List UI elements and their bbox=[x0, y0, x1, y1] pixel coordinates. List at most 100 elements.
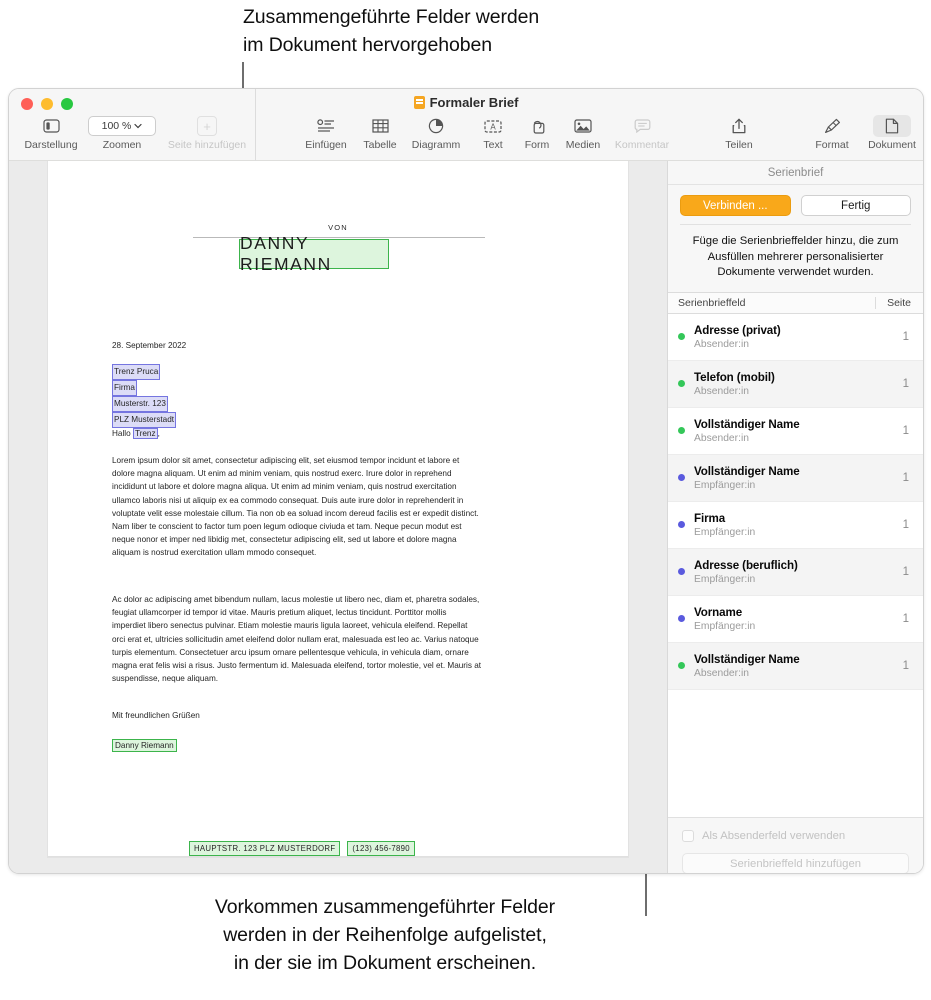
chevron-down-icon bbox=[134, 123, 142, 129]
table-icon bbox=[371, 115, 389, 137]
toolbar-table-button[interactable]: Tabelle bbox=[352, 115, 408, 151]
merge-field-signature-name[interactable]: Danny Riemann bbox=[112, 739, 177, 752]
toolbar-view-button[interactable]: Darstellung bbox=[23, 115, 79, 151]
inspector-description: Füge die Serienbrieffelder hinzu, die zu… bbox=[692, 235, 899, 278]
merge-field-list-empty-space[interactable] bbox=[668, 689, 923, 818]
field-role-color-dot bbox=[678, 333, 685, 340]
field-role-color-dot bbox=[678, 615, 685, 622]
merge-field-row[interactable]: Firma Empfänger:in 1 bbox=[668, 502, 923, 549]
field-role-color-dot bbox=[678, 474, 685, 481]
merge-field-letterhead-name[interactable]: DANNY RIEMANN bbox=[239, 233, 389, 274]
text-box-icon: A bbox=[484, 115, 502, 137]
merge-field-row[interactable]: Adresse (beruflich) Empfänger:in 1 bbox=[668, 548, 923, 596]
document-salutation: Hallo Trenz, bbox=[112, 427, 160, 440]
field-name: Adresse (beruflich) bbox=[694, 558, 798, 572]
field-page-number: 1 bbox=[902, 612, 909, 625]
merge-field-address-line-2[interactable]: Firma bbox=[112, 380, 137, 396]
field-text: Firma Empfänger:in bbox=[694, 512, 877, 538]
sender-field-checkbox-row[interactable]: Als Absenderfeld verwenden bbox=[682, 830, 909, 842]
field-name: Vorname bbox=[694, 605, 743, 619]
salutation-suffix: , bbox=[157, 429, 160, 438]
merge-button[interactable]: Verbinden ... bbox=[680, 195, 791, 216]
inspector-action-row: Verbinden ... Fertig bbox=[668, 185, 923, 224]
format-brush-icon bbox=[824, 115, 841, 137]
toolbar-media-button[interactable]: Medien bbox=[555, 115, 611, 151]
field-role-color-dot bbox=[678, 521, 685, 528]
merge-field-row[interactable]: Adresse (privat) Absender:in 1 bbox=[668, 314, 923, 361]
field-page-number: 1 bbox=[902, 565, 909, 578]
document-file-icon bbox=[413, 96, 425, 109]
document-address-block: Trenz Pruca Firma Musterstr. 123 PLZ Mus… bbox=[112, 364, 177, 428]
field-role-color-dot bbox=[678, 662, 685, 669]
zoom-popup[interactable]: 100 % bbox=[85, 115, 159, 137]
merge-field-row[interactable]: Vorname Empfänger:in 1 bbox=[668, 596, 923, 643]
field-role: Empfänger:in bbox=[694, 479, 756, 491]
document-footer: HAUPTSTR. 123 PLZ MUSTERDORF (123) 456-7… bbox=[189, 841, 415, 856]
merge-field-address-line-4[interactable]: PLZ Musterstadt bbox=[112, 412, 177, 428]
merge-field-list[interactable]: Adresse (privat) Absender:in 1 Telefon (mob… bbox=[668, 313, 923, 690]
field-page-number: 1 bbox=[902, 330, 909, 343]
field-role: Empfänger:in bbox=[694, 620, 756, 632]
field-text: Vollständiger Name Absender:in bbox=[694, 418, 877, 444]
callout-caption-bottom: Vorkommen zusammengeführter Felder werde… bbox=[214, 896, 556, 974]
field-text: Vorname Empfänger:in bbox=[694, 606, 877, 632]
page-bottom-rule bbox=[48, 856, 628, 857]
document-page[interactable]: VON DANNY RIEMANN 28. September 2022 Tre… bbox=[47, 161, 629, 858]
merge-field-address-line-1[interactable]: Trenz Pruca bbox=[112, 364, 161, 380]
sender-field-checkbox[interactable] bbox=[682, 830, 694, 842]
field-text: Adresse (privat) Absender:in bbox=[694, 324, 877, 350]
toolbar-insert-button[interactable]: Einfügen bbox=[298, 115, 354, 151]
field-name: Vollständiger Name bbox=[694, 464, 800, 478]
toolbar-media-label: Medien bbox=[565, 139, 601, 151]
toolbar-zoom-label: Zoomen bbox=[102, 139, 142, 151]
inspector-footer: Als Absenderfeld verwenden Serienbrieffe… bbox=[668, 818, 923, 873]
zoom-value-pill[interactable]: 100 % bbox=[88, 116, 156, 136]
sender-field-checkbox-label: Als Absenderfeld verwenden bbox=[702, 830, 846, 842]
add-merge-field-button[interactable]: Serienbrieffeld hinzufügen bbox=[682, 853, 909, 873]
merge-field-table-header: Serienbrieffeld Seite bbox=[668, 291, 923, 314]
merge-field-first-name[interactable]: Trenz bbox=[132, 428, 158, 439]
letterhead-label: VON bbox=[328, 223, 348, 232]
toolbar-view-label: Darstellung bbox=[24, 139, 78, 151]
merge-field-row[interactable]: Vollständiger Name Empfänger:in 1 bbox=[668, 454, 923, 502]
toolbar-zoom-control[interactable]: 100 % Zoomen bbox=[85, 115, 159, 151]
toolbar-document-button[interactable]: Dokument bbox=[864, 115, 920, 151]
chart-pie-icon bbox=[428, 115, 444, 137]
toolbar-share-button[interactable]: Teilen bbox=[711, 115, 767, 151]
inspector-title: Serienbrief bbox=[668, 161, 923, 185]
zoom-value: 100 % bbox=[101, 120, 132, 132]
done-button[interactable]: Fertig bbox=[800, 195, 911, 216]
add-page-icon: + bbox=[161, 115, 253, 137]
field-text: Adresse (beruflich) Empfänger:in bbox=[694, 559, 877, 585]
document-paragraph-1: Lorem ipsum dolor sit amet, consectetur … bbox=[112, 456, 479, 558]
toolbar-document-label: Dokument bbox=[868, 139, 916, 151]
merge-field-row[interactable]: Vollständiger Name Absender:in 1 bbox=[668, 408, 923, 455]
field-page-number: 1 bbox=[902, 471, 909, 484]
field-name: Vollständiger Name bbox=[694, 417, 800, 431]
field-role: Absender:in bbox=[694, 667, 749, 679]
field-text: Vollständiger Name Absender:in bbox=[694, 653, 877, 679]
field-role-color-dot bbox=[678, 380, 685, 387]
field-role: Empfänger:in bbox=[694, 573, 756, 585]
merge-field-row[interactable]: Telefon (mobil) Absender:in 1 bbox=[668, 360, 923, 408]
toolbar-items: Darstellung 100 % Zoomen + Seite hinzufü… bbox=[9, 89, 923, 161]
toolbar-format-button[interactable]: Format bbox=[804, 115, 860, 151]
toolbar-comment-button: Kommentar bbox=[609, 115, 675, 151]
document-paragraph-2: Ac dolor ac adipiscing amet bibendum nul… bbox=[112, 595, 482, 684]
merge-field-address-line-3[interactable]: Musterstr. 123 bbox=[112, 396, 168, 412]
field-name: Vollständiger Name bbox=[694, 652, 800, 666]
window-body: VON DANNY RIEMANN 28. September 2022 Tre… bbox=[9, 161, 923, 873]
toolbar-chart-label: Diagramm bbox=[411, 139, 461, 151]
document-canvas[interactable]: VON DANNY RIEMANN 28. September 2022 Tre… bbox=[9, 161, 675, 873]
salutation-prefix: Hallo bbox=[112, 429, 133, 438]
field-text: Vollständiger Name Empfänger:in bbox=[694, 465, 877, 491]
toolbar-text-label: Text bbox=[483, 139, 503, 151]
column-header-field: Serienbrieffeld bbox=[678, 296, 746, 309]
merge-field-footer-address[interactable]: HAUPTSTR. 123 PLZ MUSTERDORF bbox=[189, 841, 341, 856]
toolbar-chart-button[interactable]: Diagramm bbox=[408, 115, 464, 151]
document-date: 28. September 2022 bbox=[112, 341, 187, 350]
field-role-color-dot bbox=[678, 427, 685, 434]
merge-field-row[interactable]: Vollständiger Name Absender:in 1 bbox=[668, 642, 923, 690]
merge-field-footer-phone[interactable]: (123) 456-7890 bbox=[347, 841, 415, 856]
field-role: Absender:in bbox=[694, 432, 749, 444]
